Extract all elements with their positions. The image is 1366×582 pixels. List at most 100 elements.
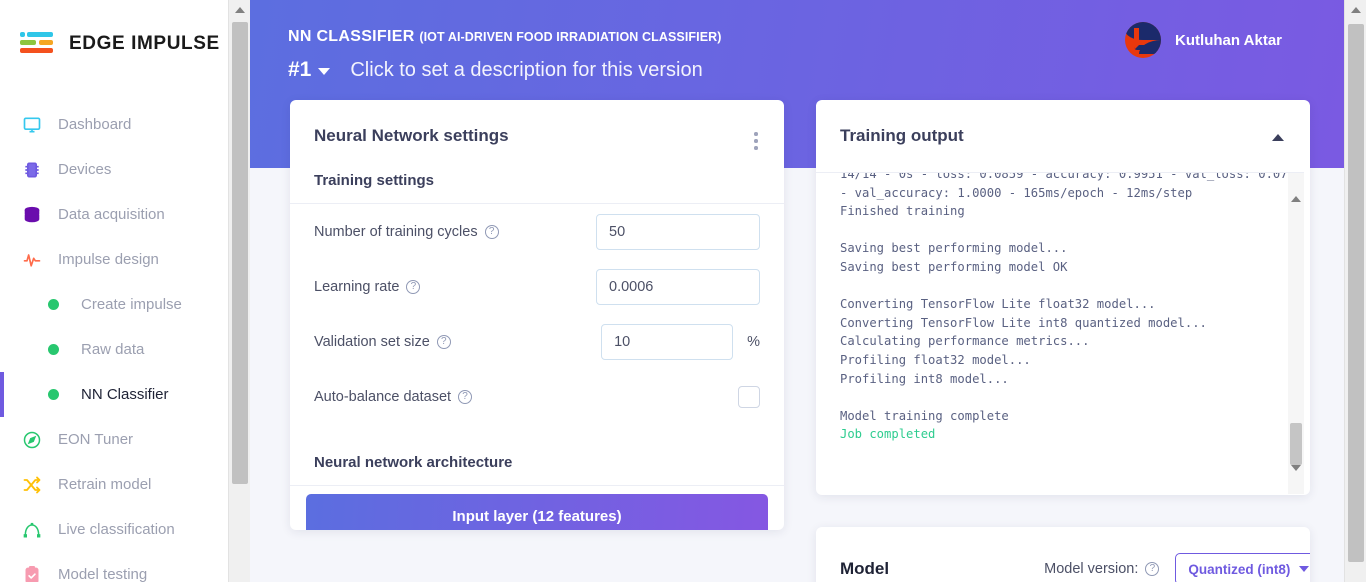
sidebar-content: EDGE IMPULSE Dashboard Devices Data acqu… bbox=[0, 0, 228, 582]
console-log-text: 14/14 - 0s - loss: 0.0859 - accuracy: 0.… bbox=[840, 172, 1303, 423]
sidebar-item-label: Devices bbox=[58, 161, 112, 178]
auto-balance-checkbox[interactable] bbox=[738, 385, 760, 408]
sidebar-item-label: EON Tuner bbox=[58, 431, 134, 448]
version-description[interactable]: Click to set a description for this vers… bbox=[350, 59, 702, 82]
green-dot-icon bbox=[48, 299, 59, 310]
chevron-down-icon[interactable] bbox=[318, 68, 331, 75]
sidebar-nav: Dashboard Devices Data acquisition Impul… bbox=[0, 102, 228, 582]
sidebar-item-label: Raw data bbox=[81, 341, 145, 358]
database-icon bbox=[20, 203, 44, 227]
sidebar-item-label: Live classification bbox=[58, 521, 175, 538]
neural-network-settings-card: Neural Network settings Training setting… bbox=[290, 100, 784, 530]
sidebar-item-label: Retrain model bbox=[58, 476, 152, 493]
help-icon[interactable]: ? bbox=[484, 224, 499, 239]
waveform-icon bbox=[20, 248, 44, 272]
monitor-icon bbox=[20, 113, 44, 137]
scroll-up-button[interactable] bbox=[1291, 179, 1301, 202]
avatar[interactable] bbox=[1125, 22, 1162, 58]
model-card: Model Model version: ? Quantized (int8) bbox=[816, 527, 1310, 582]
kebab-menu-icon[interactable] bbox=[754, 132, 758, 150]
console-scrollbar[interactable] bbox=[1288, 173, 1304, 494]
help-icon[interactable]: ? bbox=[436, 334, 451, 349]
scroll-up-button[interactable] bbox=[229, 0, 251, 20]
field-label: Number of training cycles ? bbox=[314, 224, 596, 240]
scrollbar-thumb[interactable] bbox=[232, 22, 248, 484]
edge-impulse-logo-icon bbox=[20, 30, 60, 58]
nn-card-title: Neural Network settings bbox=[314, 126, 509, 145]
validation-set-size-input[interactable]: 10 bbox=[601, 323, 734, 360]
help-icon[interactable]: ? bbox=[1145, 562, 1160, 576]
user-name: Kutluhan Aktar bbox=[1175, 31, 1282, 49]
model-header: Model Model version: ? Quantized (int8) bbox=[816, 527, 1310, 582]
scroll-down-button[interactable] bbox=[1291, 465, 1301, 489]
divider bbox=[290, 485, 784, 486]
shuffle-icon bbox=[20, 473, 44, 497]
field-row-validation-set-size: Validation set size ? 10 % bbox=[290, 314, 784, 369]
sidebar-item-impulse-design[interactable]: Impulse design bbox=[0, 237, 228, 282]
help-icon[interactable]: ? bbox=[406, 279, 421, 294]
version-selector[interactable]: #1 Click to set a description for this v… bbox=[288, 58, 703, 82]
field-label: Validation set size ? bbox=[314, 334, 601, 350]
sidebar-item-eon-tuner[interactable]: EON Tuner bbox=[0, 417, 228, 462]
training-console[interactable]: 14/14 - 0s - loss: 0.0859 - accuracy: 0.… bbox=[816, 172, 1304, 494]
percent-suffix: % bbox=[747, 333, 760, 350]
sidebar-item-devices[interactable]: Devices bbox=[0, 147, 228, 192]
input-layer-button[interactable]: Input layer (12 features) bbox=[306, 494, 768, 530]
sidebar-item-nn-classifier[interactable]: NN Classifier bbox=[0, 372, 228, 417]
model-version-dropdown[interactable]: Quantized (int8) bbox=[1175, 553, 1310, 582]
help-icon[interactable]: ? bbox=[458, 389, 473, 404]
sidebar-item-dashboard[interactable]: Dashboard bbox=[0, 102, 228, 147]
field-row-training-cycles: Number of training cycles ? 50 bbox=[290, 204, 784, 259]
field-label-text: Auto-balance dataset bbox=[314, 388, 452, 405]
architecture-heading: Neural network architecture bbox=[314, 454, 513, 471]
chip-icon bbox=[20, 158, 44, 182]
sidebar-scrollbar[interactable] bbox=[228, 0, 251, 582]
training-output-card: Training output 14/14 - 0s - loss: 0.085… bbox=[816, 100, 1310, 495]
version-number: #1 bbox=[288, 58, 312, 81]
sidebar-item-model-testing[interactable]: Model testing bbox=[0, 552, 228, 582]
training-cycles-input[interactable]: 50 bbox=[596, 213, 760, 250]
scrollbar-thumb[interactable] bbox=[1290, 423, 1302, 465]
app-root: EDGE IMPULSE Dashboard Devices Data acqu… bbox=[0, 0, 1366, 582]
field-row-learning-rate: Learning rate ? 0.0006 bbox=[290, 259, 784, 314]
training-output-header[interactable]: Training output bbox=[816, 100, 1310, 172]
job-status: Job completed bbox=[840, 427, 936, 442]
console-log: 14/14 - 0s - loss: 0.0859 - accuracy: 0.… bbox=[840, 172, 1303, 444]
page-title: NN CLASSIFIER (IOT AI-DRIVEN FOOD IRRADI… bbox=[288, 28, 722, 46]
field-label-text: Learning rate bbox=[314, 278, 400, 295]
brand-logo[interactable]: EDGE IMPULSE bbox=[0, 0, 228, 62]
model-version-value: Quantized (int8) bbox=[1188, 561, 1291, 577]
page-title-main: NN CLASSIFIER bbox=[288, 28, 415, 45]
field-label-text: Validation set size bbox=[314, 333, 430, 350]
compass-icon bbox=[20, 428, 44, 452]
brand-name: EDGE IMPULSE bbox=[69, 33, 220, 54]
sidebar-item-raw-data[interactable]: Raw data bbox=[0, 327, 228, 372]
green-dot-icon bbox=[48, 344, 59, 355]
sidebar: EDGE IMPULSE Dashboard Devices Data acqu… bbox=[0, 0, 251, 582]
page-scrollbar[interactable] bbox=[1344, 0, 1366, 582]
clipboard-check-icon bbox=[20, 563, 44, 582]
model-title: Model bbox=[840, 559, 890, 578]
chevron-up-icon[interactable] bbox=[1272, 134, 1284, 141]
sidebar-item-label: NN Classifier bbox=[81, 386, 169, 403]
training-output-title: Training output bbox=[840, 126, 964, 145]
green-dot-icon bbox=[48, 389, 59, 400]
field-label: Auto-balance dataset ? bbox=[314, 389, 732, 405]
chevron-down-icon bbox=[1299, 566, 1310, 572]
sidebar-item-data-acquisition[interactable]: Data acquisition bbox=[0, 192, 228, 237]
scrollbar-thumb[interactable] bbox=[1348, 24, 1364, 562]
field-label-text: Number of training cycles bbox=[314, 223, 478, 240]
model-version-label: Model version: ? bbox=[1044, 561, 1160, 577]
user-menu[interactable]: Kutluhan Aktar bbox=[1125, 22, 1282, 58]
training-settings-heading: Training settings bbox=[314, 172, 435, 189]
sidebar-item-label: Impulse design bbox=[58, 251, 159, 268]
sidebar-item-label: Model testing bbox=[58, 566, 148, 582]
field-row-auto-balance: Auto-balance dataset ? bbox=[290, 369, 784, 424]
learning-rate-input[interactable]: 0.0006 bbox=[596, 268, 760, 305]
field-label: Learning rate ? bbox=[314, 279, 596, 295]
sidebar-item-live-classification[interactable]: Live classification bbox=[0, 507, 228, 552]
sidebar-item-create-impulse[interactable]: Create impulse bbox=[0, 282, 228, 327]
scroll-up-button[interactable] bbox=[1345, 0, 1366, 20]
sidebar-item-retrain-model[interactable]: Retrain model bbox=[0, 462, 228, 507]
sidebar-item-label: Data acquisition bbox=[58, 206, 165, 223]
